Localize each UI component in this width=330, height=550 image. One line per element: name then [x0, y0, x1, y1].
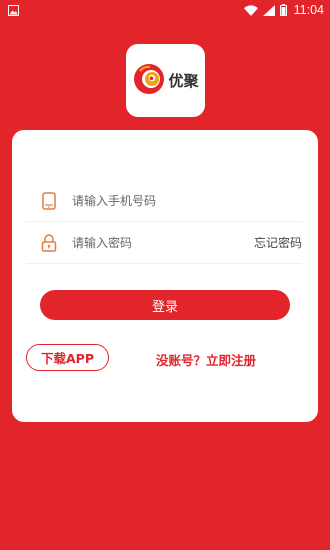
login-card: 忘记密码 登录 下载APP 没账号？立即注册 [12, 130, 318, 422]
status-bar-left [8, 4, 19, 16]
download-app-button[interactable]: 下载APP [26, 344, 109, 371]
password-field-row: 忘记密码 [26, 222, 302, 264]
login-button[interactable]: 登录 [40, 290, 290, 320]
phone-input[interactable] [72, 193, 222, 208]
wifi-icon [243, 4, 258, 16]
logo-text: 优聚 [168, 72, 199, 90]
lock-icon [38, 232, 60, 254]
status-bar-right: 11:04 [243, 3, 324, 17]
phone-icon [38, 190, 60, 212]
register-link[interactable]: 没账号？立即注册 [156, 350, 256, 369]
status-time: 11:04 [293, 3, 324, 17]
password-input[interactable] [72, 235, 222, 250]
app-logo: 优聚 [126, 44, 205, 117]
signal-icon [262, 4, 275, 16]
status-bar: 11:04 [0, 0, 330, 20]
image-notification-icon [8, 4, 19, 16]
forgot-password-link[interactable]: 忘记密码 [254, 234, 302, 251]
logo-swirl-icon [132, 62, 166, 100]
phone-field-row [26, 180, 302, 222]
battery-icon [279, 4, 287, 16]
